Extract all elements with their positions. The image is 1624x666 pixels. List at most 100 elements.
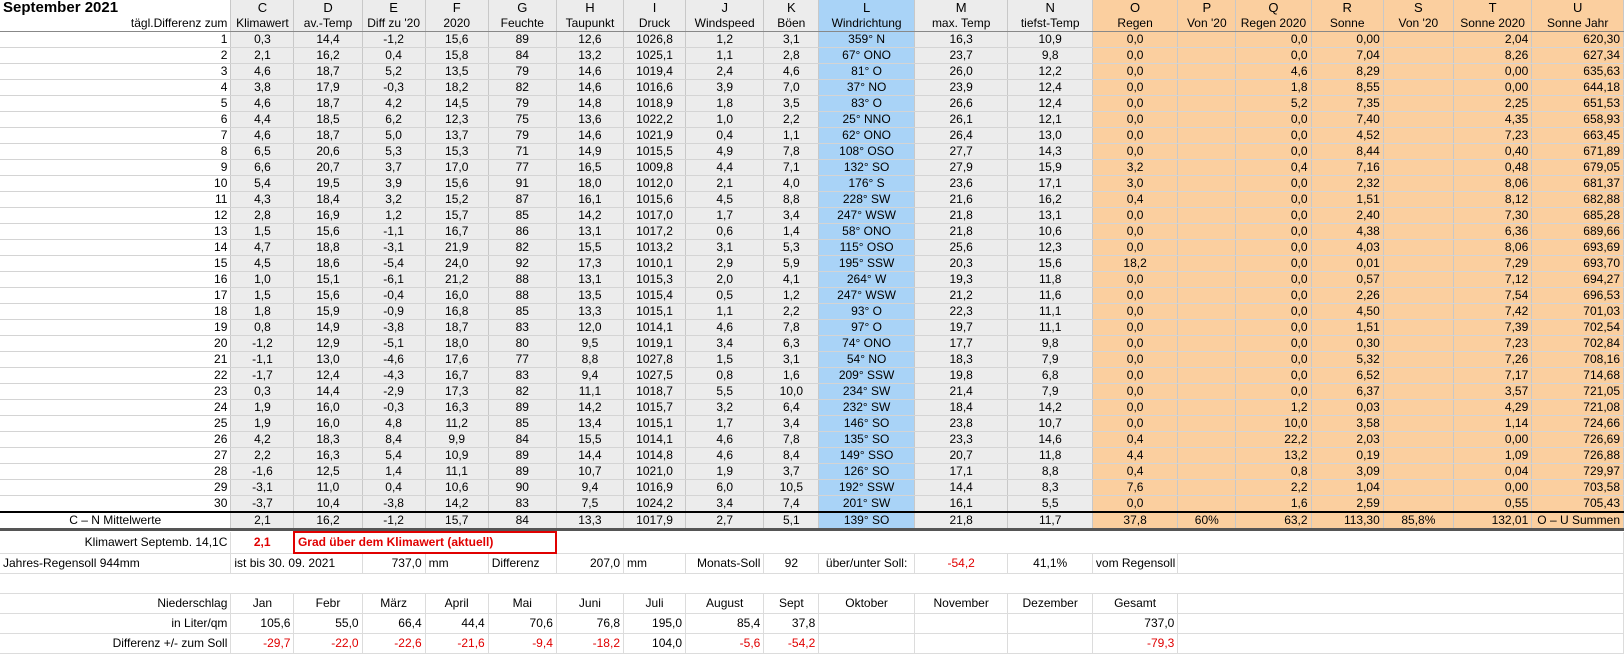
table-cell[interactable]: 83 — [488, 319, 557, 336]
table-cell[interactable]: -0,3 — [362, 79, 426, 96]
table-cell[interactable]: 1,1 — [685, 47, 765, 64]
table-cell[interactable] — [1383, 383, 1454, 400]
table-cell[interactable]: 21 — [0, 351, 232, 368]
table-cell[interactable]: 8 — [0, 143, 232, 160]
table-cell[interactable]: 7,40 — [1311, 111, 1384, 128]
table-cell[interactable]: 0,0 — [1235, 239, 1312, 256]
table-cell[interactable] — [1177, 383, 1237, 400]
table-cell[interactable]: 8,06 — [1453, 239, 1533, 256]
table-cell[interactable]: 1,51 — [1311, 319, 1384, 336]
table-cell[interactable]: 1,2 — [1235, 399, 1312, 416]
difference-label[interactable]: Differenz — [488, 553, 557, 574]
column-letter-g[interactable]: G — [488, 0, 557, 16]
table-cell[interactable]: -1,1 — [362, 223, 426, 240]
table-cell[interactable]: 1019,4 — [623, 63, 687, 80]
table-cell[interactable]: 14,6 — [1007, 431, 1093, 448]
table-cell[interactable]: 1,4 — [362, 463, 426, 480]
column-letter-c[interactable]: C — [230, 0, 295, 16]
soll-diff-value[interactable] — [1007, 633, 1093, 654]
table-cell[interactable]: 726,69 — [1531, 431, 1624, 448]
table-cell[interactable]: 29 — [0, 479, 232, 496]
table-cell[interactable]: 1015,1 — [623, 303, 687, 320]
column-letter-f[interactable]: F — [425, 0, 489, 16]
table-cell[interactable]: -5,4 — [362, 255, 426, 272]
table-cell[interactable] — [1177, 207, 1237, 224]
table-cell[interactable]: 3,1 — [763, 351, 820, 368]
table-cell[interactable]: 1015,6 — [623, 191, 687, 208]
regensoll-amount[interactable]: 737,0 — [362, 553, 426, 574]
table-cell[interactable]: 0,0 — [1092, 303, 1179, 320]
table-cell[interactable] — [1383, 31, 1454, 48]
table-cell[interactable] — [1177, 159, 1237, 176]
table-cell[interactable]: 21,8 — [914, 207, 1009, 224]
table-cell[interactable] — [1383, 239, 1454, 256]
table-cell[interactable] — [1383, 287, 1454, 304]
soll-diff-value[interactable]: -21,6 — [425, 633, 489, 654]
table-cell[interactable] — [1383, 47, 1454, 64]
table-cell[interactable]: 1024,2 — [623, 495, 687, 513]
table-cell[interactable]: 5,5 — [1007, 495, 1093, 513]
table-cell[interactable]: 2,1 — [230, 47, 295, 64]
table-cell[interactable] — [1383, 319, 1454, 336]
table-cell[interactable]: 6,2 — [362, 111, 426, 128]
column-header[interactable]: Von '20 — [1383, 16, 1454, 32]
table-cell[interactable]: 0,0 — [1235, 191, 1312, 208]
table-cell[interactable]: 3,4 — [763, 207, 820, 224]
table-cell[interactable]: 4,1 — [763, 271, 820, 288]
table-cell[interactable] — [1383, 447, 1454, 464]
table-cell[interactable]: 2,9 — [685, 255, 765, 272]
table-cell[interactable]: 17,1 — [914, 463, 1009, 480]
table-cell[interactable]: 14,4 — [556, 447, 625, 464]
summary-cell[interactable] — [0, 573, 1624, 594]
table-cell[interactable]: 0,0 — [1092, 383, 1179, 400]
table-cell[interactable]: 12,5 — [293, 463, 363, 480]
table-cell[interactable]: 12,0 — [556, 319, 625, 336]
table-cell[interactable]: 7,23 — [1453, 127, 1533, 144]
table-cell[interactable]: 19 — [0, 319, 232, 336]
mean-cell[interactable]: 21,8 — [914, 511, 1009, 531]
liter-value[interactable] — [818, 613, 915, 634]
table-cell[interactable]: 88 — [488, 287, 557, 304]
table-cell[interactable]: 0,4 — [1235, 159, 1312, 176]
table-cell[interactable]: 11,0 — [293, 479, 363, 496]
table-cell[interactable]: 79 — [488, 127, 557, 144]
table-cell[interactable]: 5,4 — [230, 175, 295, 192]
table-cell[interactable]: 1027,5 — [623, 367, 687, 384]
table-cell[interactable]: 264° W — [818, 271, 915, 288]
table-cell[interactable]: 8,44 — [1311, 143, 1384, 160]
table-cell[interactable]: 9,8 — [1007, 335, 1093, 352]
table-cell[interactable]: 20,3 — [914, 255, 1009, 272]
table-cell[interactable]: 702,54 — [1531, 319, 1624, 336]
table-cell[interactable]: 25 — [0, 415, 232, 432]
table-cell[interactable]: 2,2 — [1235, 479, 1312, 496]
table-cell[interactable]: 91 — [488, 175, 557, 192]
table-cell[interactable]: 21,6 — [914, 191, 1009, 208]
table-cell[interactable]: 146° SO — [818, 415, 915, 432]
table-cell[interactable]: 15 — [0, 255, 232, 272]
table-cell[interactable]: 7,39 — [1453, 319, 1533, 336]
table-cell[interactable] — [1383, 271, 1454, 288]
column-letter-j[interactable]: J — [685, 0, 765, 16]
table-cell[interactable]: 693,70 — [1531, 255, 1624, 272]
table-cell[interactable]: 2,03 — [1311, 431, 1384, 448]
table-cell[interactable]: 12,3 — [425, 111, 489, 128]
table-cell[interactable]: 16,2 — [293, 47, 363, 64]
table-cell[interactable] — [1177, 271, 1237, 288]
month-name[interactable]: Gesamt — [1092, 593, 1179, 614]
table-cell[interactable]: 11,1 — [425, 463, 489, 480]
table-cell[interactable]: 3 — [0, 63, 232, 80]
table-cell[interactable]: 26,4 — [914, 127, 1009, 144]
table-cell[interactable] — [1383, 127, 1454, 144]
table-cell[interactable] — [1383, 495, 1454, 513]
table-cell[interactable]: 0,3 — [230, 383, 295, 400]
table-cell[interactable]: 26,6 — [914, 95, 1009, 112]
column-header[interactable]: Sonne Jahr — [1531, 16, 1624, 32]
table-cell[interactable]: 6,36 — [1453, 223, 1533, 240]
table-cell[interactable]: 0,4 — [362, 479, 426, 496]
table-cell[interactable]: 71 — [488, 143, 557, 160]
table-cell[interactable]: 4,5 — [230, 255, 295, 272]
table-cell[interactable]: 21,2 — [914, 287, 1009, 304]
over-under-value[interactable]: -54,2 — [914, 553, 1009, 574]
column-letter-p[interactable]: P — [1177, 0, 1237, 16]
liter-value[interactable]: 737,0 — [1092, 613, 1179, 634]
